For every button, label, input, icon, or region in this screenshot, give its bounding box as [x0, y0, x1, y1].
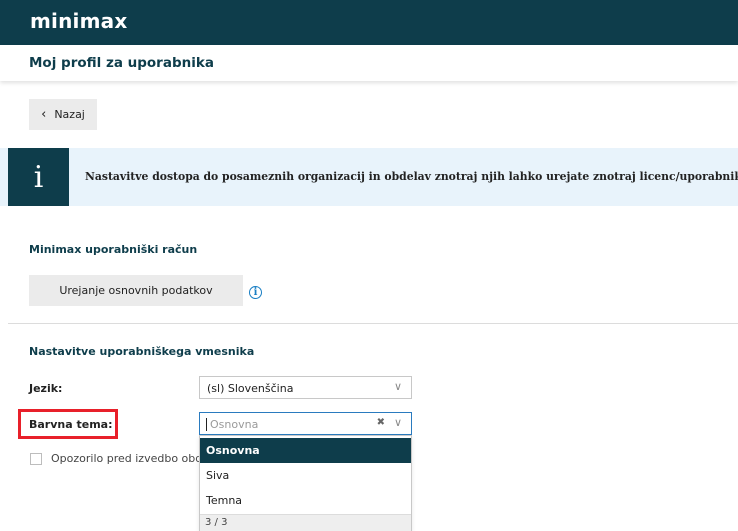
chevron-left-icon: ‹ [41, 107, 47, 122]
theme-select[interactable]: Osnovna ✖ ∨ [199, 412, 412, 435]
theme-option-siva[interactable]: Siva [200, 463, 411, 488]
edit-basic-data-button[interactable]: Urejanje osnovnih podatkov [29, 275, 243, 306]
app-logo[interactable]: minimax [30, 9, 127, 33]
language-select[interactable]: (sl) Slovenščina ∨ [199, 376, 412, 399]
info-circle-icon[interactable]: i [249, 286, 262, 299]
theme-option-temna[interactable]: Temna [200, 488, 411, 513]
back-button-label: Nazaj [54, 108, 85, 121]
page-title: Moj profil za uporabnika [29, 55, 214, 71]
chevron-down-icon: ∨ [393, 380, 402, 393]
account-section-title: Minimax uporabniški račun [29, 243, 198, 256]
chevron-down-icon[interactable]: ∨ [394, 416, 402, 429]
language-label: Jezik: [29, 382, 63, 395]
ui-settings-title: Nastavitve uporabniškega vmesnika [29, 345, 255, 358]
info-icon: i [8, 148, 69, 206]
info-icon-glyph: i [33, 159, 44, 195]
section-divider [8, 323, 738, 324]
warning-checkbox-label: Opozorilo pred izvedbo obd [51, 452, 203, 465]
theme-dropdown: Osnovna Siva Temna 3 / 3 [199, 435, 412, 531]
clear-icon[interactable]: ✖ [377, 417, 385, 428]
info-banner-text: Nastavitve dostopa do posameznih organiz… [85, 170, 738, 183]
highlight-box [18, 409, 118, 439]
theme-search-input[interactable]: Osnovna [206, 418, 258, 431]
warning-checkbox[interactable] [30, 453, 42, 465]
theme-option-osnovna[interactable]: Osnovna [200, 438, 411, 463]
language-value: (sl) Slovenščina [207, 382, 294, 395]
theme-option-count: 3 / 3 [200, 514, 411, 531]
back-button[interactable]: ‹ Nazaj [29, 99, 97, 130]
